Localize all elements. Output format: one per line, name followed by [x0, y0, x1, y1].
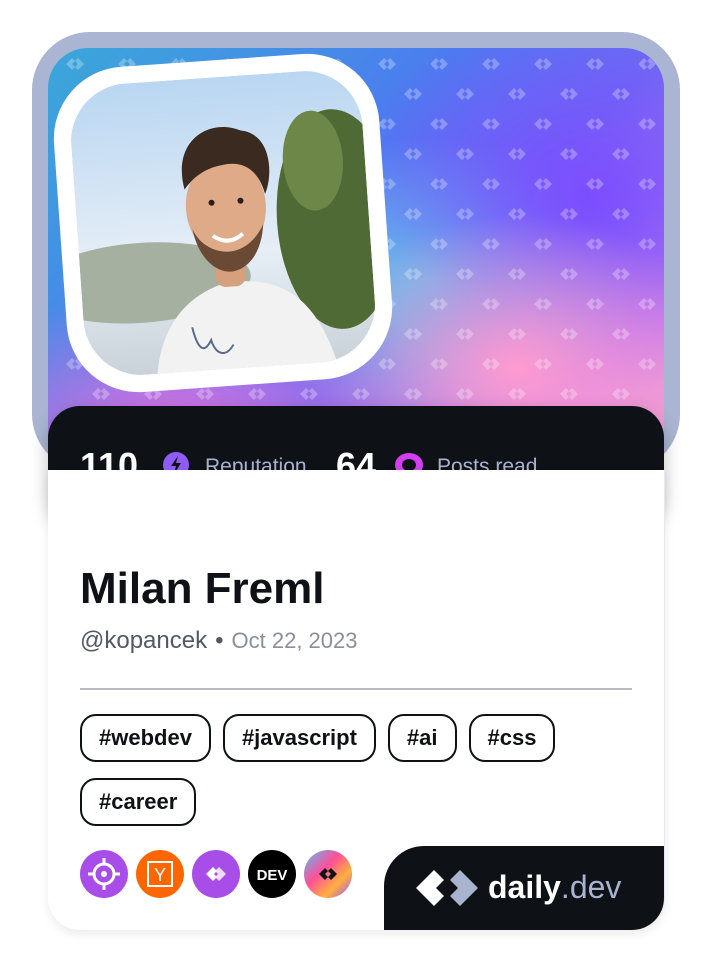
pattern-logo-mark — [586, 358, 604, 370]
pattern-logo-mark — [482, 178, 500, 190]
pattern-logo-mark — [586, 298, 604, 310]
tag-chip[interactable]: #career — [80, 778, 197, 826]
pattern-logo-mark — [456, 268, 474, 280]
pattern-logo-mark — [196, 388, 214, 400]
avatar-frame — [49, 49, 397, 397]
pattern-logo-mark — [638, 298, 656, 310]
profile-handle[interactable]: @kopancek — [80, 627, 207, 654]
gradient-source-icon[interactable] — [304, 850, 352, 898]
tag-chip[interactable]: #webdev — [80, 714, 211, 762]
pattern-logo-mark — [560, 328, 578, 340]
pattern-logo-mark — [586, 58, 604, 70]
tag-chip[interactable]: #css — [468, 714, 556, 762]
pattern-logo-mark — [586, 238, 604, 250]
pattern-logo-mark — [638, 238, 656, 250]
dev-to-text: DEV — [257, 867, 288, 884]
pattern-logo-mark — [482, 238, 500, 250]
pattern-logo-mark — [482, 58, 500, 70]
dailydev-logo-icon — [414, 868, 480, 913]
pattern-logo-mark — [534, 298, 552, 310]
pattern-logo-mark — [92, 388, 110, 400]
dev-to-icon[interactable]: DEV — [248, 850, 296, 898]
avatar — [67, 67, 379, 379]
pattern-logo-mark — [378, 58, 396, 70]
pattern-logo-mark — [560, 88, 578, 100]
dailydev-squad-icon[interactable] — [192, 850, 240, 898]
pattern-logo-mark — [586, 178, 604, 190]
pattern-logo-mark — [638, 58, 656, 70]
pattern-logo-mark — [612, 88, 630, 100]
tag-chip[interactable]: #ai — [387, 714, 457, 762]
pattern-logo-mark — [456, 208, 474, 220]
pattern-logo-mark — [430, 118, 448, 130]
pattern-logo-mark — [482, 358, 500, 370]
pattern-logo-mark — [378, 358, 396, 370]
pattern-logo-mark — [404, 268, 422, 280]
ycombinator-icon[interactable]: Y — [136, 850, 184, 898]
pattern-logo-mark — [430, 238, 448, 250]
pattern-logo-mark — [404, 88, 422, 100]
pattern-logo-mark — [456, 328, 474, 340]
pattern-logo-mark — [534, 358, 552, 370]
pattern-logo-mark — [404, 208, 422, 220]
brand-suffix: .dev — [560, 869, 622, 905]
pattern-logo-mark — [456, 148, 474, 160]
crosshair-icon[interactable] — [80, 850, 128, 898]
pattern-logo-mark — [560, 148, 578, 160]
pattern-logo-mark — [534, 118, 552, 130]
pattern-logo-mark — [508, 148, 526, 160]
pattern-logo-mark — [534, 178, 552, 190]
pattern-logo-mark — [456, 388, 474, 400]
pattern-logo-mark — [430, 58, 448, 70]
pattern-logo-mark — [560, 268, 578, 280]
pattern-logo-mark — [612, 328, 630, 340]
pattern-logo-mark — [378, 118, 396, 130]
pattern-logo-mark — [456, 88, 474, 100]
joined-date: Oct 22, 2023 — [231, 628, 358, 653]
pattern-logo-mark — [612, 268, 630, 280]
pattern-logo-mark — [534, 238, 552, 250]
pattern-logo-mark — [430, 358, 448, 370]
brand-name: daily — [488, 869, 561, 905]
pattern-logo-mark — [612, 208, 630, 220]
pattern-logo-mark — [508, 388, 526, 400]
pattern-logo-mark — [482, 298, 500, 310]
pattern-logo-mark — [612, 388, 630, 400]
profile-name: Milan Freml — [80, 564, 325, 613]
pattern-logo-mark — [508, 268, 526, 280]
profile-meta: @kopancek • Oct 22, 2023 — [80, 626, 358, 656]
pattern-logo-mark — [612, 148, 630, 160]
pattern-logo-mark — [430, 298, 448, 310]
pattern-logo-mark — [404, 328, 422, 340]
pattern-logo-mark — [248, 388, 266, 400]
pattern-logo-mark — [404, 148, 422, 160]
divider — [80, 688, 632, 690]
pattern-logo-mark — [300, 388, 318, 400]
pattern-logo-mark — [352, 388, 370, 400]
pattern-logo-mark — [508, 208, 526, 220]
tag-list: #webdev #javascript #ai #css #career — [80, 714, 640, 842]
tag-chip[interactable]: #javascript — [222, 714, 376, 762]
pattern-logo-mark — [586, 118, 604, 130]
brand-wordmark: daily.dev — [488, 868, 621, 906]
meta-separator: • — [215, 627, 224, 654]
pattern-logo-mark — [638, 358, 656, 370]
pattern-logo-mark — [560, 208, 578, 220]
ycombinator-letter: Y — [154, 865, 166, 885]
pattern-logo-mark — [66, 58, 84, 70]
pattern-logo-mark — [508, 328, 526, 340]
pattern-logo-mark — [534, 58, 552, 70]
pattern-logo-mark — [638, 118, 656, 130]
pattern-logo-mark — [404, 388, 422, 400]
pattern-logo-mark — [560, 388, 578, 400]
pattern-logo-mark — [430, 178, 448, 190]
brand-footer: daily.dev — [384, 846, 664, 930]
pattern-logo-mark — [508, 88, 526, 100]
pattern-logo-mark — [638, 178, 656, 190]
pattern-logo-mark — [482, 118, 500, 130]
